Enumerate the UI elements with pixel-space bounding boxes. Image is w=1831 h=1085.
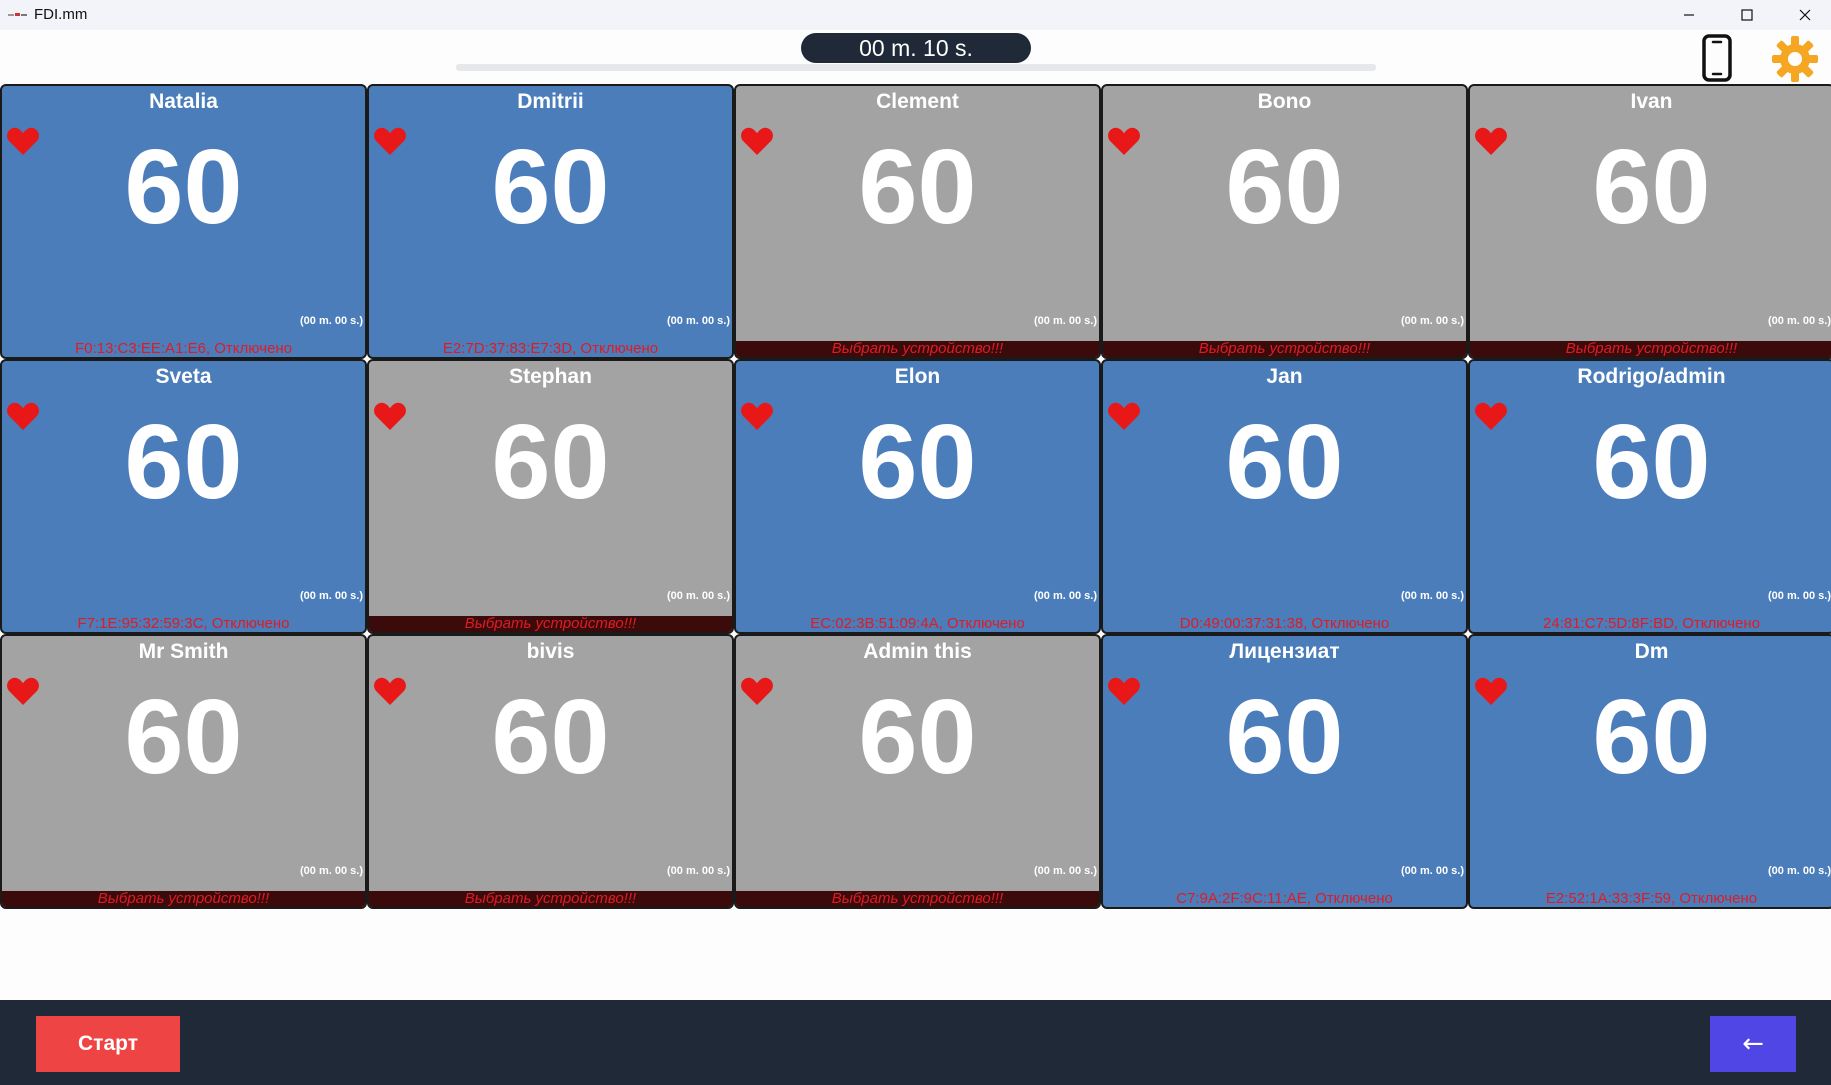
- app-icon: [8, 13, 27, 16]
- participant-tile[interactable]: Dm 60 (00 m. 00 s.) E2:52:1A:33:3F:59, Откл…: [1468, 634, 1831, 909]
- device-button[interactable]: [1700, 34, 1734, 82]
- device-status[interactable]: Выбрать устройство!!!: [369, 891, 732, 907]
- zone-time: (00 m. 00 s.): [1401, 590, 1464, 602]
- device-status: F7:1E:95:32:59:3C, Отключено: [77, 616, 290, 632]
- participant-tile[interactable]: Dmitrii 60 (00 m. 00 s.) E2:7D:37:83:E7:3D,…: [367, 84, 734, 359]
- maximize-icon: [1741, 9, 1753, 21]
- session-progress: [456, 64, 1376, 71]
- close-icon: [1799, 9, 1811, 21]
- gear-icon: [1772, 36, 1818, 82]
- device-status[interactable]: Выбрать устройство!!!: [2, 891, 365, 907]
- participant-name: Bono: [1257, 90, 1312, 113]
- participant-tile[interactable]: Stephan 60 (00 m. 00 s.) Выбрать устройство…: [367, 359, 734, 634]
- zone-time: (00 m. 00 s.): [300, 590, 363, 602]
- settings-button[interactable]: [1770, 34, 1820, 84]
- zone-time: (00 m. 00 s.): [300, 315, 363, 327]
- participant-name: Elon: [894, 365, 941, 388]
- participant-name: Mr Smith: [138, 640, 229, 663]
- heart-rate-value: 60: [491, 403, 610, 521]
- heart-rate-value: 60: [124, 403, 243, 521]
- participant-tile[interactable]: Ivan 60 (00 m. 00 s.) Выбрать устройство!!!: [1468, 84, 1831, 359]
- device-status: D0:49:00:37:31:38, Отключено: [1179, 616, 1390, 632]
- heart-rate-value: 60: [858, 128, 977, 246]
- close-button[interactable]: [1776, 0, 1831, 30]
- heart-rate-value: 60: [491, 678, 610, 796]
- heart-rate-value: 60: [124, 128, 243, 246]
- participant-tile[interactable]: Лицензиат 60 (00 m. 00 s.) C7:9A:2F:9C:11:A…: [1101, 634, 1468, 909]
- minimize-button[interactable]: [1660, 0, 1718, 30]
- heart-rate-value: 60: [1592, 128, 1711, 246]
- participant-name: Clement: [876, 90, 959, 113]
- start-button[interactable]: Старт: [36, 1016, 180, 1072]
- left-arrow-icon: ←: [1742, 1029, 1764, 1059]
- participant-tile[interactable]: Natalia 60 (00 m. 00 s.) F0:13:C3:EE:A1:E6,…: [0, 84, 367, 359]
- zone-time: (00 m. 00 s.): [1401, 865, 1464, 877]
- zone-time: (00 m. 00 s.): [667, 315, 730, 327]
- zone-time: (00 m. 00 s.): [667, 590, 730, 602]
- participant-name: Stephan: [509, 365, 592, 388]
- device-status[interactable]: Выбрать устройство!!!: [736, 891, 1099, 907]
- zone-time: (00 m. 00 s.): [1768, 590, 1831, 602]
- session-header: 00 m. 10 s.: [0, 30, 1831, 84]
- participant-tile[interactable]: Sveta 60 (00 m. 00 s.) F7:1E:95:32:59:3C, О…: [0, 359, 367, 634]
- zone-time: (00 m. 00 s.): [300, 865, 363, 877]
- footer-bar: Старт ←: [0, 1000, 1831, 1085]
- device-status[interactable]: Выбрать устройство!!!: [1470, 341, 1831, 357]
- participant-tile[interactable]: bivis 60 (00 m. 00 s.) Выбрать устройство!!…: [367, 634, 734, 909]
- participant-name: Jan: [1266, 365, 1303, 388]
- device-status: E2:52:1A:33:3F:59, Отключено: [1545, 891, 1758, 907]
- participant-name: Admin this: [863, 640, 972, 663]
- participant-name: Sveta: [155, 365, 212, 388]
- minimize-icon: [1684, 14, 1694, 16]
- participant-name: Dm: [1634, 640, 1669, 663]
- participant-name: Dmitrii: [517, 90, 584, 113]
- heart-rate-value: 60: [1592, 678, 1711, 796]
- zone-time: (00 m. 00 s.): [1034, 590, 1097, 602]
- window-title: FDI.mm: [34, 6, 88, 23]
- participant-name: Natalia: [149, 90, 218, 113]
- device-status: E2:7D:37:83:E7:3D, Отключено: [442, 341, 659, 357]
- zone-time: (00 m. 00 s.): [1768, 315, 1831, 327]
- maximize-button[interactable]: [1718, 0, 1776, 30]
- participant-tile[interactable]: Admin this 60 (00 m. 00 s.) Выбрать устройс…: [734, 634, 1101, 909]
- participant-tile[interactable]: Rodrigo/admin 60 (00 m. 00 s.) 24:81:C7:5D:…: [1468, 359, 1831, 634]
- device-status[interactable]: Выбрать устройство!!!: [736, 341, 1099, 357]
- participant-name: Лицензиат: [1229, 640, 1340, 663]
- zone-time: (00 m. 00 s.): [667, 865, 730, 877]
- heart-rate-value: 60: [491, 128, 610, 246]
- device-status: EC:02:3B:51:09:4A, Отключено: [810, 616, 1025, 632]
- participant-tile[interactable]: Clement 60 (00 m. 00 s.) Выбрать устройство…: [734, 84, 1101, 359]
- participant-name: Ivan: [1630, 90, 1673, 113]
- zone-time: (00 m. 00 s.): [1034, 865, 1097, 877]
- heart-rate-value: 60: [1225, 678, 1344, 796]
- smartphone-icon: [1702, 34, 1732, 82]
- heart-rate-value: 60: [858, 403, 977, 521]
- device-status: F0:13:C3:EE:A1:E6, Отключено: [75, 341, 292, 357]
- device-status: 24:81:C7:5D:8F:BD, Отключено: [1543, 616, 1760, 632]
- heart-rate-value: 60: [1592, 403, 1711, 521]
- participant-tile[interactable]: Mr Smith 60 (00 m. 00 s.) Выбрать устройств…: [0, 634, 367, 909]
- zone-time: (00 m. 00 s.): [1034, 315, 1097, 327]
- back-button[interactable]: ←: [1710, 1016, 1796, 1072]
- participant-tile[interactable]: Elon 60 (00 m. 00 s.) EC:02:3B:51:09:4A, От…: [734, 359, 1101, 634]
- heart-rate-value: 60: [1225, 128, 1344, 246]
- heart-rate-value: 60: [124, 678, 243, 796]
- heart-rate-value: 60: [1225, 403, 1344, 521]
- participant-name: bivis: [526, 640, 575, 663]
- heart-rate-value: 60: [858, 678, 977, 796]
- session-timer: 00 m. 10 s.: [801, 33, 1031, 63]
- device-status[interactable]: Выбрать устройство!!!: [369, 616, 732, 632]
- participant-name: Rodrigo/admin: [1577, 365, 1726, 388]
- device-status[interactable]: Выбрать устройство!!!: [1103, 341, 1466, 357]
- participant-tile[interactable]: Jan 60 (00 m. 00 s.) D0:49:00:37:31:38, Отк…: [1101, 359, 1468, 634]
- device-status: C7:9A:2F:9C:11:AE, Отключено: [1176, 891, 1393, 907]
- participants-grid: Natalia 60 (00 m. 00 s.) F0:13:C3:EE:A1:E6,…: [0, 84, 1831, 909]
- zone-time: (00 m. 00 s.): [1401, 315, 1464, 327]
- window-titlebar: FDI.mm: [0, 0, 1831, 30]
- zone-time: (00 m. 00 s.): [1768, 865, 1831, 877]
- participant-tile[interactable]: Bono 60 (00 m. 00 s.) Выбрать устройство!!!: [1101, 84, 1468, 359]
